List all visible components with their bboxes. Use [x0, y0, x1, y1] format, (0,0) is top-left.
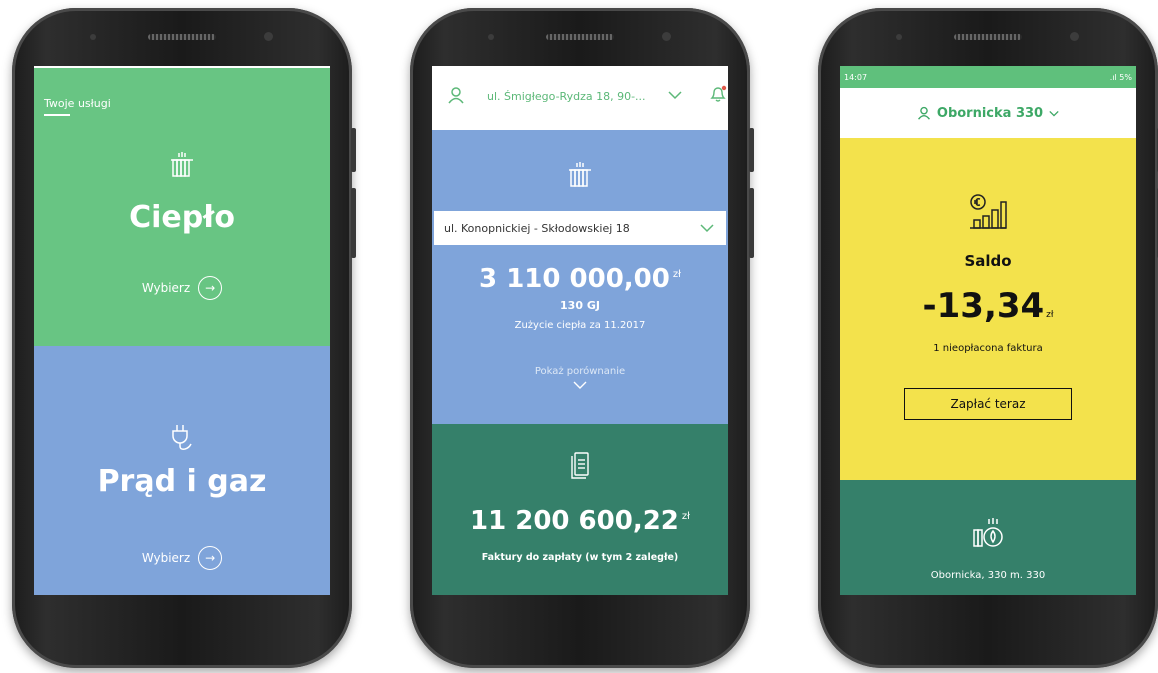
balance-panel: Saldo -13,34 zł 1 nieopłacona faktura Zap…: [840, 138, 1136, 480]
chevron-down-icon[interactable]: [668, 90, 682, 100]
user-icon: [917, 106, 930, 120]
heat-units: 130 GJ: [560, 299, 600, 312]
chevron-down-icon: [573, 381, 587, 389]
heat-tile[interactable]: Twoje usługi Ciepło Wybierz →: [34, 66, 330, 346]
heating-icon: [973, 518, 1003, 547]
heat-amount: 3 110 000,00: [479, 264, 670, 294]
phone-frame-services: Twoje usługi Ciepło Wybierz → Prąd i gaz…: [12, 8, 356, 668]
balance-currency: zł: [1046, 310, 1054, 320]
power-gas-tile[interactable]: Prąd i gaz Wybierz →: [34, 346, 330, 595]
dashboard-screen: ul. Śmigłego-Rydza 18, 90-... ul. Konopn…: [432, 66, 728, 595]
power-gas-choose-button[interactable]: Wybierz →: [34, 546, 330, 570]
invoices-amount: 11 200 600,22: [470, 506, 679, 536]
location-selector[interactable]: Obornicka 330: [840, 88, 1136, 138]
balance-screen: 14:07 .ıl 5% Obornicka 330 Saldo -13,34 …: [840, 66, 1136, 595]
user-icon[interactable]: [447, 86, 465, 104]
property-select-value: ul. Konopnickiej - Skłodowskiej 18: [444, 221, 630, 235]
phone-frame-dashboard: ul. Śmigłego-Rydza 18, 90-... ul. Konopn…: [410, 8, 754, 668]
invoices-currency: zł: [681, 511, 690, 523]
phone-side-button: [749, 128, 754, 172]
invoices-panel[interactable]: 11 200 600,22 zł Faktury do zapłaty (w ty…: [432, 424, 728, 595]
phone-sensor: [488, 34, 494, 40]
pay-now-button[interactable]: Zapłać teraz: [904, 388, 1072, 420]
phone-speaker: [546, 34, 614, 40]
address-header: ul. Śmigłego-Rydza 18, 90-...: [432, 66, 728, 130]
arrow-right-icon: →: [198, 276, 223, 300]
property-select[interactable]: ul. Konopnickiej - Skłodowskiej 18: [434, 211, 726, 245]
balance-caption: 1 nieopłacona faktura: [933, 343, 1043, 354]
compare-button[interactable]: Pokaż porównanie: [432, 366, 728, 393]
power-gas-choose-label: Wybierz: [141, 551, 191, 565]
phone-sensor: [90, 34, 96, 40]
balance-amount: -13,34: [922, 286, 1045, 326]
chevron-down-icon: [700, 224, 714, 233]
heat-amount-row: 3 110 000,00 zł: [432, 264, 728, 294]
balance-amount-row: -13,34 zł: [840, 286, 1136, 326]
power-gas-title: Prąd i gaz: [97, 464, 267, 499]
chevron-down-icon: [1049, 110, 1059, 116]
plug-icon: [172, 425, 192, 450]
invoices-caption: Faktury do zapłaty (w tym 2 zaległe): [481, 552, 679, 563]
invoices-amount-row: 11 200 600,22 zł: [432, 506, 728, 536]
phone-side-button: [749, 188, 754, 258]
status-right: .ıl 5%: [1109, 72, 1132, 82]
phone-speaker: [954, 34, 1022, 40]
services-label: Twoje usługi: [44, 97, 111, 110]
heat-choose-label: Wybierz: [141, 281, 191, 295]
phone-speaker: [148, 34, 216, 40]
bell-icon[interactable]: [708, 84, 728, 104]
services-underline: [44, 114, 70, 116]
footer-address: Obornicka, 330 m. 330: [930, 570, 1046, 581]
phone-camera: [264, 32, 273, 41]
phone-frame-balance: 14:07 .ıl 5% Obornicka 330 Saldo -13,34 …: [818, 8, 1158, 668]
heat-title: Ciepło: [129, 200, 235, 235]
balance-title: Saldo: [964, 252, 1012, 270]
status-bar: 14:07 .ıl 5%: [840, 66, 1136, 88]
status-time: 14:07: [844, 72, 868, 82]
radiator-icon: [171, 152, 193, 177]
phone-side-button: [351, 128, 356, 172]
location-name: Obornicka 330: [936, 105, 1044, 121]
compare-label: Pokaż porównanie: [534, 366, 626, 377]
phone-camera: [662, 32, 671, 41]
heat-currency: zł: [672, 269, 681, 281]
property-footer[interactable]: Obornicka, 330 m. 330: [840, 480, 1136, 595]
heat-caption: Zużycie ciepła za 11.2017: [514, 320, 646, 331]
phone-camera: [1070, 32, 1079, 41]
radiator-icon: [569, 162, 591, 187]
address-selector[interactable]: ul. Śmigłego-Rydza 18, 90-...: [487, 90, 646, 103]
phone-side-button: [351, 188, 356, 258]
documents-icon: [571, 452, 589, 479]
arrow-right-icon: →: [198, 546, 223, 570]
services-screen: Twoje usługi Ciepło Wybierz → Prąd i gaz…: [34, 66, 330, 595]
balance-chart-icon: [970, 194, 1007, 229]
heat-choose-button[interactable]: Wybierz →: [34, 276, 330, 300]
phone-sensor: [896, 34, 902, 40]
